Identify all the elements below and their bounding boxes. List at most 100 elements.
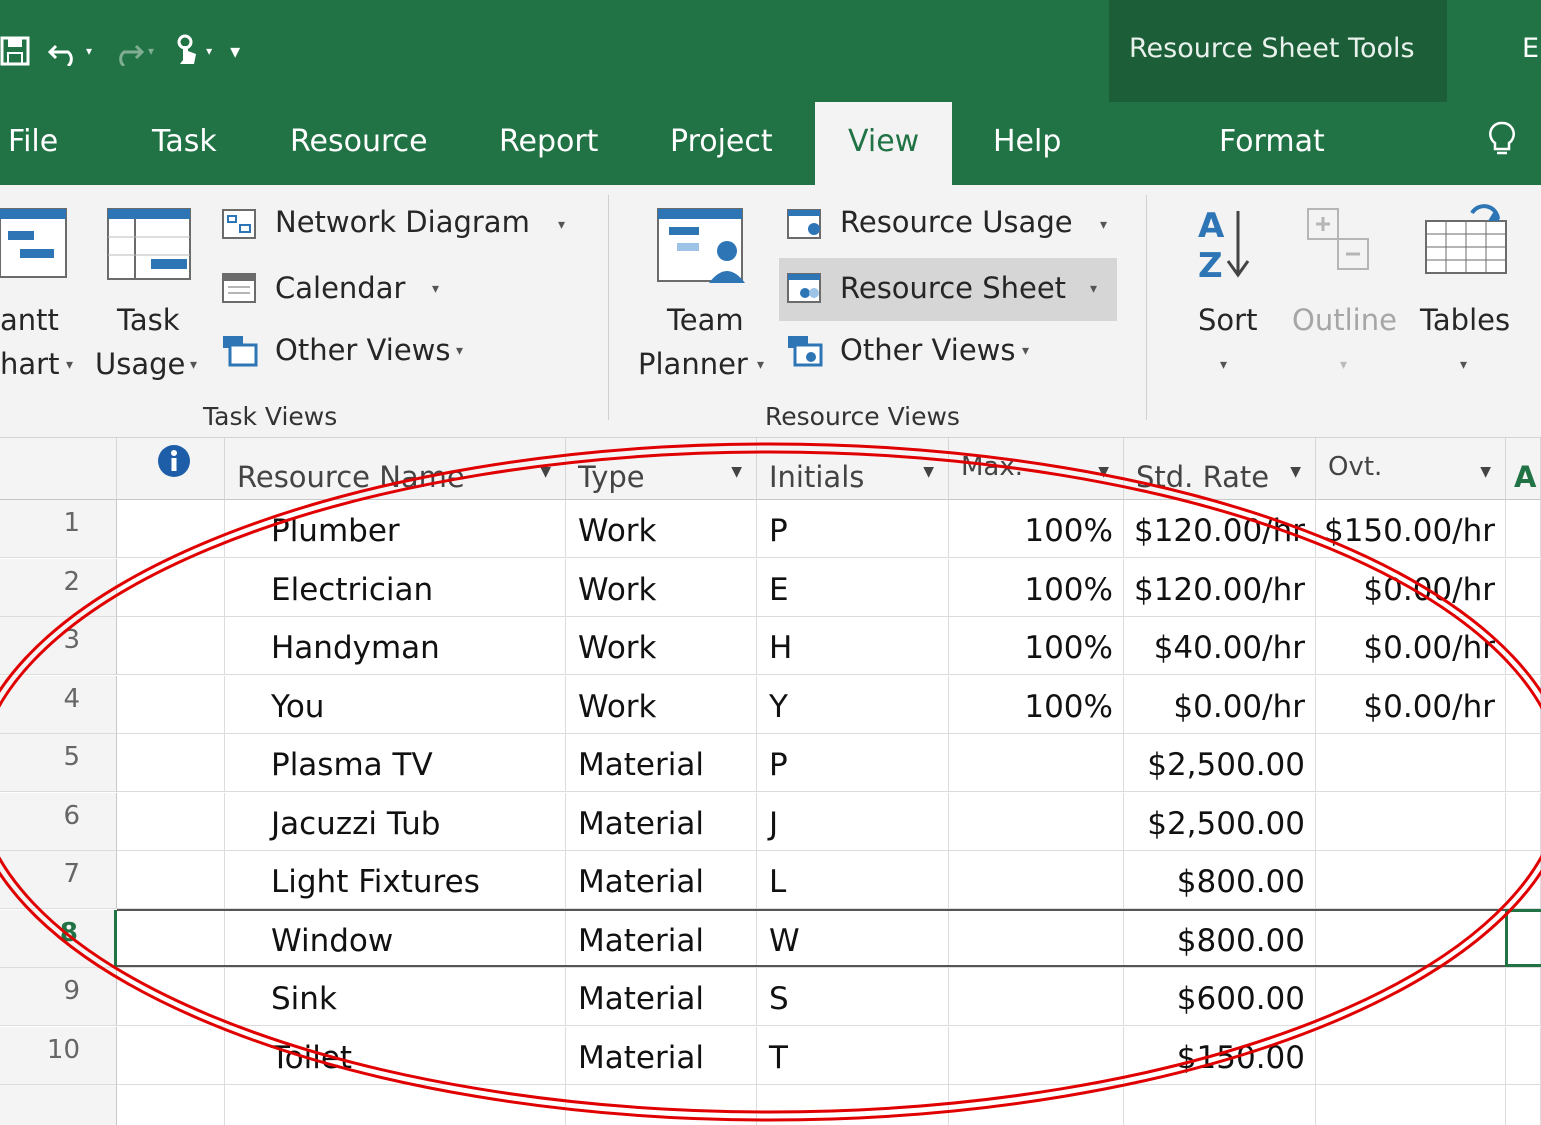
select-all-corner[interactable] [0, 438, 117, 500]
chevron-down-icon[interactable]: ▾ [757, 357, 764, 373]
task-usage-icon[interactable] [107, 207, 191, 285]
indicator-cell[interactable] [117, 909, 225, 968]
ovt-rate-cell[interactable] [1316, 851, 1506, 909]
ovt-rate-cell[interactable]: $150.00/hr [1316, 500, 1506, 558]
gantt-chart-label-line2[interactable]: hart [0, 347, 59, 381]
row-header[interactable]: 8 [0, 909, 117, 968]
row-header[interactable]: 1 [0, 500, 117, 558]
resource-name-cell[interactable]: Handyman [225, 617, 566, 675]
std-rate-cell[interactable]: $600.00 [1124, 968, 1316, 1026]
std-rate-cell[interactable]: $150.00 [1124, 1026, 1316, 1085]
tab-format[interactable]: Format [1219, 124, 1325, 159]
initials-cell[interactable]: P [757, 734, 949, 792]
indicator-cell[interactable] [117, 1085, 225, 1125]
initials-cell[interactable]: P [757, 500, 949, 558]
std-rate-column-header[interactable]: Std. Rate ▼ [1124, 438, 1316, 500]
row-header[interactable]: 5 [0, 734, 117, 792]
initials-cell[interactable]: W [757, 909, 949, 968]
initials-column-header[interactable]: Initials ▼ [757, 438, 949, 500]
next-column-cell[interactable] [1506, 968, 1541, 1026]
ovt-rate-cell[interactable]: $0.00/hr [1316, 558, 1506, 617]
initials-cell[interactable]: E [757, 558, 949, 617]
chevron-down-icon[interactable]: ▼ [1098, 464, 1109, 480]
next-column-cell[interactable] [1506, 675, 1541, 734]
type-cell[interactable]: Work [566, 558, 757, 617]
resource-name-cell[interactable] [225, 1085, 566, 1125]
max-units-cell[interactable]: 100% [949, 558, 1124, 617]
resource-name-cell[interactable]: Sink [225, 968, 566, 1026]
tab-report[interactable]: Report [499, 124, 598, 159]
row-header[interactable] [0, 1085, 117, 1125]
chevron-down-icon[interactable]: ▼ [1290, 464, 1301, 480]
ovt-rate-cell[interactable]: $0.00/hr [1316, 617, 1506, 675]
resource-name-column-header[interactable]: Resource Name ▼ [225, 438, 566, 500]
ovt-rate-cell[interactable] [1316, 734, 1506, 792]
initials-cell[interactable]: S [757, 968, 949, 1026]
std-rate-cell[interactable]: $2,500.00 [1124, 734, 1316, 792]
next-column-cell[interactable] [1506, 1026, 1541, 1085]
std-rate-cell[interactable]: $800.00 [1124, 851, 1316, 909]
type-column-header[interactable]: Type ▼ [566, 438, 757, 500]
sort-label[interactable]: Sort [1198, 303, 1257, 337]
next-column-cell[interactable] [1506, 851, 1541, 909]
calendar-button[interactable]: Calendar [275, 271, 405, 305]
chevron-down-icon[interactable]: ▾ [1090, 281, 1097, 297]
sort-icon[interactable]: AZ [1196, 203, 1256, 287]
indicator-cell[interactable] [117, 675, 225, 734]
next-column-cell[interactable] [1506, 558, 1541, 617]
tell-me-lightbulb-icon[interactable] [1487, 120, 1517, 167]
customize-qat-icon[interactable]: ▾ [230, 28, 240, 74]
max-units-cell[interactable] [949, 909, 1124, 968]
std-rate-cell[interactable]: $120.00/hr [1124, 558, 1316, 617]
redo-icon[interactable]: ▾ [110, 28, 154, 74]
max-units-cell[interactable]: 100% [949, 617, 1124, 675]
next-column-cell[interactable] [1506, 734, 1541, 792]
type-cell[interactable]: Material [566, 909, 757, 968]
indicator-cell[interactable] [117, 558, 225, 617]
initials-cell[interactable]: H [757, 617, 949, 675]
row-header[interactable]: 7 [0, 851, 117, 909]
chevron-down-icon[interactable]: ▼ [923, 464, 934, 480]
max-units-cell[interactable]: 100% [949, 500, 1124, 558]
chevron-down-icon[interactable]: ▾ [66, 357, 73, 373]
max-units-column-header[interactable]: Max. ▼ [949, 438, 1124, 500]
max-units-cell[interactable]: 100% [949, 675, 1124, 734]
type-cell[interactable]: Material [566, 968, 757, 1026]
initials-cell[interactable]: J [757, 792, 949, 851]
resource-name-cell[interactable]: Plasma TV [225, 734, 566, 792]
max-units-cell[interactable] [949, 1085, 1124, 1125]
chevron-down-icon[interactable]: ▾ [1100, 217, 1107, 233]
chevron-down-icon[interactable]: ▾ [558, 217, 565, 233]
indicator-cell[interactable] [117, 500, 225, 558]
team-planner-icon[interactable] [657, 207, 747, 291]
type-cell[interactable]: Work [566, 675, 757, 734]
save-icon[interactable] [0, 36, 30, 66]
next-column-cell[interactable] [1506, 500, 1541, 558]
row-header[interactable]: 2 [0, 558, 117, 617]
next-column-cell[interactable] [1506, 792, 1541, 851]
task-other-views-button[interactable]: Other Views [275, 333, 451, 367]
type-cell[interactable]: Material [566, 1026, 757, 1085]
ovt-rate-cell[interactable] [1316, 909, 1506, 968]
ovt-rate-cell[interactable] [1316, 1026, 1506, 1085]
initials-cell[interactable] [757, 1085, 949, 1125]
tab-help[interactable]: Help [993, 124, 1061, 159]
next-column-cell[interactable] [1506, 1085, 1541, 1125]
indicator-cell[interactable] [117, 734, 225, 792]
row-header[interactable]: 4 [0, 675, 117, 734]
initials-cell[interactable]: L [757, 851, 949, 909]
type-cell[interactable]: Material [566, 851, 757, 909]
chevron-down-icon[interactable]: ▼ [731, 464, 742, 480]
row-header[interactable]: 3 [0, 617, 117, 675]
tab-task[interactable]: Task [152, 124, 217, 159]
ovt-rate-column-header[interactable]: Ovt. ▼ [1316, 438, 1506, 500]
resource-name-cell[interactable]: Jacuzzi Tub [225, 792, 566, 851]
ovt-rate-cell[interactable] [1316, 1085, 1506, 1125]
std-rate-cell[interactable]: $800.00 [1124, 909, 1316, 968]
tab-project[interactable]: Project [670, 124, 773, 159]
type-cell[interactable]: Material [566, 792, 757, 851]
resource-name-cell[interactable]: Window [225, 909, 566, 968]
initials-cell[interactable]: T [757, 1026, 949, 1085]
std-rate-cell[interactable] [1124, 1085, 1316, 1125]
chevron-down-icon[interactable]: ▾ [1022, 343, 1029, 359]
